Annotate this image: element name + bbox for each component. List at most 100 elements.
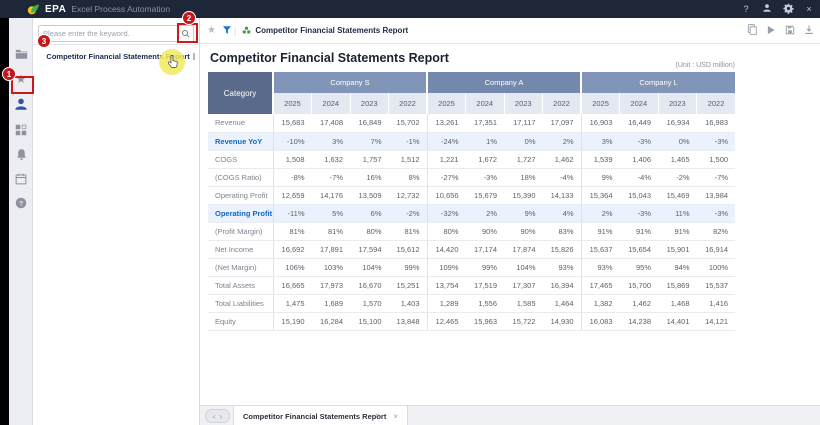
value-cell: -4% <box>620 168 659 186</box>
row-label: COGS <box>208 150 273 168</box>
value-cell: 1,508 <box>273 150 312 168</box>
value-cell: 1,382 <box>581 294 620 312</box>
sidebar-folder-icon[interactable] <box>9 48 33 59</box>
scroll-left-icon[interactable]: ‹ <box>213 412 216 421</box>
value-cell: 16,934 <box>658 114 697 132</box>
company-header: Company S <box>273 72 427 93</box>
year-header: 2022 <box>697 93 736 114</box>
value-cell: 1,556 <box>466 294 505 312</box>
value-cell: 91% <box>658 222 697 240</box>
value-cell: -2% <box>389 204 428 222</box>
annotation-step-2: 2 <box>182 11 196 25</box>
value-cell: -8% <box>273 168 312 186</box>
value-cell: 91% <box>620 222 659 240</box>
value-cell: 14,176 <box>312 186 351 204</box>
scroll-right-icon[interactable]: › <box>220 412 223 421</box>
value-cell: 2% <box>581 204 620 222</box>
value-cell: 95% <box>620 258 659 276</box>
keyword-search-box[interactable] <box>38 25 194 42</box>
value-cell: 90% <box>504 222 543 240</box>
value-cell: 1,465 <box>658 150 697 168</box>
tab-scroll-buttons[interactable]: ‹ › <box>205 409 230 423</box>
value-cell: -3% <box>620 132 659 150</box>
value-cell: 14,420 <box>427 240 466 258</box>
value-cell: 81% <box>312 222 351 240</box>
category-header: Category <box>208 72 273 114</box>
value-cell: 6% <box>350 204 389 222</box>
bottom-tab-report[interactable]: Competitor Financial Statements Report × <box>233 406 408 425</box>
run-play-icon[interactable] <box>766 22 776 40</box>
value-cell: 16,983 <box>697 114 736 132</box>
value-cell: 13,848 <box>389 312 428 330</box>
value-cell: -1% <box>389 132 428 150</box>
value-cell: -3% <box>697 204 736 222</box>
favorite-star-icon[interactable]: ★ <box>207 25 216 36</box>
value-cell: 16,670 <box>350 276 389 294</box>
report-tab-title: Competitor Financial Statements Report <box>255 26 408 35</box>
app-logo-icon <box>27 3 40 16</box>
value-cell: -24% <box>427 132 466 150</box>
user-icon[interactable] <box>761 3 773 15</box>
download-icon[interactable] <box>804 22 814 40</box>
value-cell: 1,221 <box>427 150 466 168</box>
sidebar-bell-icon[interactable] <box>9 148 33 161</box>
value-cell: 14,133 <box>543 186 582 204</box>
value-cell: 4% <box>543 204 582 222</box>
value-cell: 5% <box>312 204 351 222</box>
top-bar: EPA Excel Process Automation ? × <box>0 0 820 18</box>
brand-initials: EPA <box>45 4 66 15</box>
extra-close-icon[interactable]: × <box>375 411 380 420</box>
value-cell: 1,570 <box>350 294 389 312</box>
settings-gear-icon[interactable] <box>782 3 794 16</box>
value-cell: 103% <box>312 258 351 276</box>
value-cell: 12,465 <box>427 312 466 330</box>
value-cell: 15,901 <box>658 240 697 258</box>
year-header: 2025 <box>273 93 312 114</box>
value-cell: 14,121 <box>697 312 736 330</box>
value-cell: 0% <box>504 132 543 150</box>
table-row: Total Liabilities1,4751,6891,5701,4031,2… <box>208 294 735 312</box>
value-cell: 1,464 <box>543 294 582 312</box>
row-label: (COGS Ratio) <box>208 168 273 186</box>
value-cell: 3% <box>581 132 620 150</box>
value-cell: 18% <box>504 168 543 186</box>
row-label: Operating Profit YoY <box>208 204 273 222</box>
value-cell: 17,594 <box>350 240 389 258</box>
copy-document-icon[interactable] <box>747 22 757 40</box>
value-cell: 16,849 <box>350 114 389 132</box>
help-icon[interactable]: ? <box>740 4 752 14</box>
value-cell: 1,727 <box>504 150 543 168</box>
toolbar-separator: | <box>234 26 236 36</box>
panel-divider <box>33 44 200 45</box>
year-header: 2024 <box>312 93 351 114</box>
row-label: Operating Profit <box>208 186 273 204</box>
value-cell: 17,465 <box>581 276 620 294</box>
table-row: Revenue YoY-10%3%7%-1%-24%1%0%2%3%-3%0%-… <box>208 132 735 150</box>
year-header: 2024 <box>620 93 659 114</box>
value-cell: 1,539 <box>581 150 620 168</box>
value-cell: 16,903 <box>581 114 620 132</box>
value-cell: 15,043 <box>620 186 659 204</box>
sidebar-user-icon[interactable] <box>9 97 33 111</box>
hand-cursor-icon <box>166 55 179 69</box>
value-cell: 9% <box>504 204 543 222</box>
tab-close-icon[interactable]: × <box>393 412 398 421</box>
close-window-icon[interactable]: × <box>803 4 815 14</box>
save-icon[interactable] <box>785 22 795 40</box>
annotation-step-1: 1 <box>2 67 16 81</box>
tree-item-menu-box[interactable] <box>193 53 195 60</box>
value-cell: -3% <box>620 204 659 222</box>
filter-funnel-icon[interactable] <box>222 22 232 40</box>
sidebar-modules-icon[interactable] <box>9 124 33 136</box>
annotation-step-3: 3 <box>37 34 51 48</box>
sidebar-calendar-icon[interactable] <box>9 173 33 185</box>
value-cell: 1,416 <box>697 294 736 312</box>
sidebar-help-icon[interactable]: ? <box>9 197 33 209</box>
value-cell: 99% <box>389 258 428 276</box>
value-cell: 99% <box>466 258 505 276</box>
value-cell: 16,665 <box>273 276 312 294</box>
value-cell: 12,732 <box>389 186 428 204</box>
value-cell: 15,702 <box>389 114 428 132</box>
search-input[interactable] <box>39 29 177 38</box>
value-cell: -7% <box>697 168 736 186</box>
